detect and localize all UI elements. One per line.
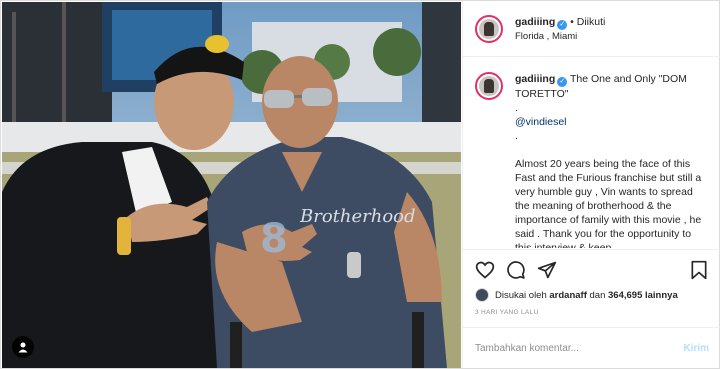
follow-status[interactable]: Diikuti (577, 16, 606, 28)
caption-line-4: . (515, 130, 518, 142)
header-separator: • (570, 17, 574, 28)
comment-icon[interactable] (506, 260, 526, 280)
shirt-print-number: 8 (260, 216, 288, 262)
user-tag-button[interactable] (12, 336, 34, 358)
header-text: gadiiing ✓ • Diikuti Florida , Miami (515, 14, 605, 44)
shirt-print-text: Brotherhood (299, 206, 416, 227)
photo-illustration: Brotherhood 8 (2, 2, 461, 368)
bookmark-icon[interactable] (689, 260, 709, 280)
verified-icon: ✓ (557, 20, 568, 30)
comment-box: Kirim (463, 327, 720, 368)
action-bar (463, 249, 720, 285)
likes-summary: Disukai oleh ardanaff dan 364,695 lainny… (475, 288, 678, 302)
user-tag-icon (18, 342, 28, 353)
likes-prefix: Disukai oleh (495, 289, 547, 301)
likes-user[interactable]: ardanaff (549, 290, 586, 301)
likes-suffix[interactable]: lainnya (645, 290, 678, 301)
header-avatar[interactable] (475, 15, 503, 43)
comment-input[interactable] (475, 342, 665, 354)
likes-conjunction: dan (589, 289, 606, 301)
post-header: gadiiing ✓ • Diikuti Florida , Miami (463, 2, 720, 57)
caption-mention[interactable]: @vindiesel (515, 115, 705, 129)
likes-count[interactable]: 364,695 (608, 290, 642, 301)
header-username[interactable]: gadiiing (515, 16, 555, 28)
liker-avatar[interactable] (475, 288, 489, 302)
caption-avatar[interactable] (475, 72, 503, 100)
caption-verified-icon: ✓ (557, 77, 568, 87)
post-comment-button[interactable]: Kirim (683, 343, 709, 354)
caption: gadiiing ✓ The One and Only "DOM TORETTO"… (463, 58, 720, 248)
caption-line-2: . (515, 102, 518, 114)
heart-icon[interactable] (475, 260, 495, 280)
post-photo[interactable]: Brotherhood 8 (2, 2, 461, 368)
caption-body: gadiiing ✓ The One and Only "DOM TORETTO"… (515, 72, 705, 248)
caption-username[interactable]: gadiiing (515, 73, 555, 85)
post-timestamp[interactable]: 3 HARI YANG LALU (475, 309, 538, 316)
post-sidebar: gadiiing ✓ • Diikuti Florida , Miami gadiii… (462, 2, 720, 368)
header-location[interactable]: Florida , Miami (515, 30, 605, 44)
caption-line-5: Almost 20 years being the face of this F… (515, 158, 702, 248)
share-icon[interactable] (537, 260, 557, 280)
instagram-post: Brotherhood 8 gadiiing ✓ • Diikuti Florida … (0, 0, 720, 369)
